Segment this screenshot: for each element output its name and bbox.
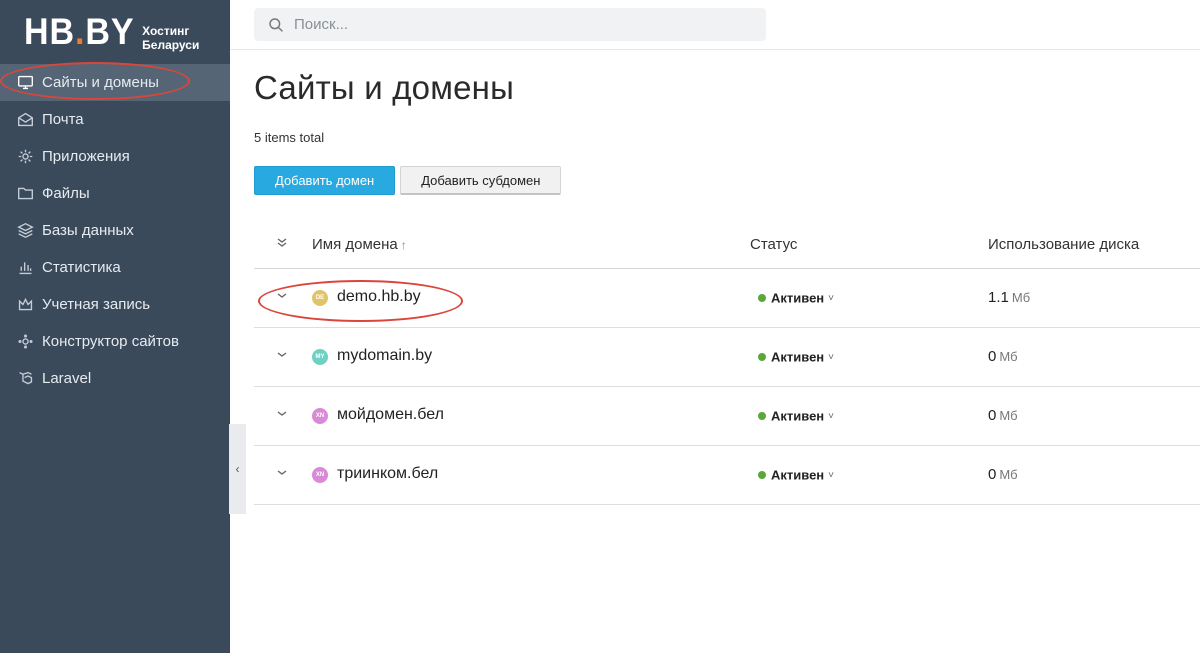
logo[interactable]: HB.BY Хостинг Беларуси [0,0,230,62]
sidebar-item-statistics[interactable]: Статистика [0,249,230,286]
disk-usage-unit: Мб [999,349,1018,364]
sidebar-item-label: Приложения [42,148,130,165]
status-dropdown[interactable]: Активен [771,350,824,365]
sidebar-item-mail[interactable]: Почта [0,101,230,138]
column-header-label: Имя домена [312,235,398,253]
sidebar: HB.BY Хостинг Беларуси Сайты и домены По… [0,0,230,653]
crown-icon [15,295,35,315]
sidebar-collapse-button[interactable]: ‹ [229,424,246,514]
chevron-down-icon[interactable] [276,407,288,419]
sidebar-item-label: Учетная запись [42,296,151,313]
sidebar-item-laravel[interactable]: Laravel [0,360,230,397]
disk-usage-value: 0 [988,466,997,483]
table-header-row: Имя домена ↑ Статус Использование диска [254,221,1200,269]
domain-badge: XN [312,466,328,483]
main-content: Сайты и домены 5 items total Добавить до… [254,50,1200,505]
chevron-left-icon: ‹ [235,462,240,476]
gear-icon [15,147,35,167]
status-dropdown[interactable]: Активен [771,291,824,306]
mail-icon [15,110,35,130]
disk-usage-unit: Мб [999,408,1018,423]
status-dropdown[interactable]: Активен [771,409,824,424]
domains-table: Имя домена ↑ Статус Использование диска D… [254,221,1200,505]
sidebar-item-label: Почта [42,111,84,128]
sidebar-item-label: Сайты и домены [42,74,159,91]
sidebar-item-sites-domains[interactable]: Сайты и домены [0,64,230,101]
domain-name-link[interactable]: demo.hb.by [337,289,421,306]
table-row: MY mydomain.by Активен ˅ 0 Мб [254,327,1200,387]
sidebar-item-files[interactable]: Файлы [0,175,230,212]
status-indicator [758,353,766,362]
sort-asc-icon: ↑ [400,237,407,252]
sidebar-item-label: Конструктор сайтов [42,333,179,350]
status-indicator [758,471,766,480]
search-box[interactable] [254,8,766,41]
monitor-icon [15,73,35,93]
domain-badge: XN [312,407,328,424]
search-input[interactable] [294,16,754,33]
chevron-down-icon[interactable] [276,348,288,360]
sidebar-item-account[interactable]: Учетная запись [0,286,230,323]
domain-name-link[interactable]: триинком.бел [337,466,438,483]
disk-usage-value: 0 [988,407,997,424]
sidebar-item-label: Файлы [42,185,90,202]
logo-tagline: Хостинг Беларуси [142,24,200,52]
chevron-down-icon[interactable] [276,289,288,301]
column-header-disk-usage: Использование диска [988,221,1200,269]
sidebar-item-label: Статистика [42,259,121,276]
column-header-label: Использование диска [988,235,1140,253]
status-indicator [758,294,766,303]
sidebar-item-applications[interactable]: Приложения [0,138,230,175]
caret-down-icon[interactable]: ˅ [828,411,834,422]
laravel-icon [15,369,35,389]
domain-name-link[interactable]: mydomain.by [337,348,432,365]
disk-usage-unit: Мб [1011,290,1031,305]
domain-name-link[interactable]: мойдомен.бел [337,407,444,424]
table-row: DE demo.hb.by Активен ˅ 1.1 Мб [254,268,1200,328]
column-header-domain-name[interactable]: Имя домена ↑ [312,221,750,269]
items-total: 5 items total [254,130,325,145]
bar-chart-icon [15,258,35,278]
sidebar-item-databases[interactable]: Базы данных [0,212,230,249]
sidebar-item-label: Базы данных [42,222,134,239]
column-header-label: Статус [750,235,798,253]
status-dropdown[interactable]: Активен [771,468,824,483]
status-indicator [758,412,766,421]
page-title: Сайты и домены [254,69,514,106]
folder-icon [15,184,35,204]
add-subdomain-button[interactable]: Добавить субдомен [400,166,562,195]
caret-down-icon[interactable]: ˅ [828,293,834,304]
disk-usage-unit: Мб [999,467,1018,482]
logo-wordmark: HB.BY [24,10,135,52]
table-row: XN триинком.бел Активен ˅ 0 Мб [254,445,1200,505]
top-bar [230,0,1200,50]
sidebar-item-sitebuilder[interactable]: Конструктор сайтов [0,323,230,360]
expand-all-header[interactable] [254,221,312,269]
sitebuilder-icon [15,332,35,352]
chevron-down-icon[interactable] [276,466,288,478]
table-row: XN мойдомен.бел Активен ˅ 0 Мб [254,386,1200,446]
domain-badge: MY [312,348,328,365]
search-icon [269,17,283,32]
sidebar-item-label: Laravel [42,370,92,387]
toolbar: Добавить домен Добавить субдомен [254,166,1200,195]
disk-usage-value: 1.1 [988,289,1009,306]
double-chevron-down-icon[interactable] [276,236,288,248]
domain-badge: DE [312,289,328,306]
add-domain-button[interactable]: Добавить домен [254,166,396,195]
caret-down-icon[interactable]: ˅ [828,352,834,363]
database-icon [15,221,35,241]
caret-down-icon[interactable]: ˅ [828,470,834,481]
column-header-status: Статус [750,221,988,269]
disk-usage-value: 0 [988,348,997,365]
sidebar-nav: Сайты и домены Почта Приложения Файлы Ба… [0,64,230,397]
